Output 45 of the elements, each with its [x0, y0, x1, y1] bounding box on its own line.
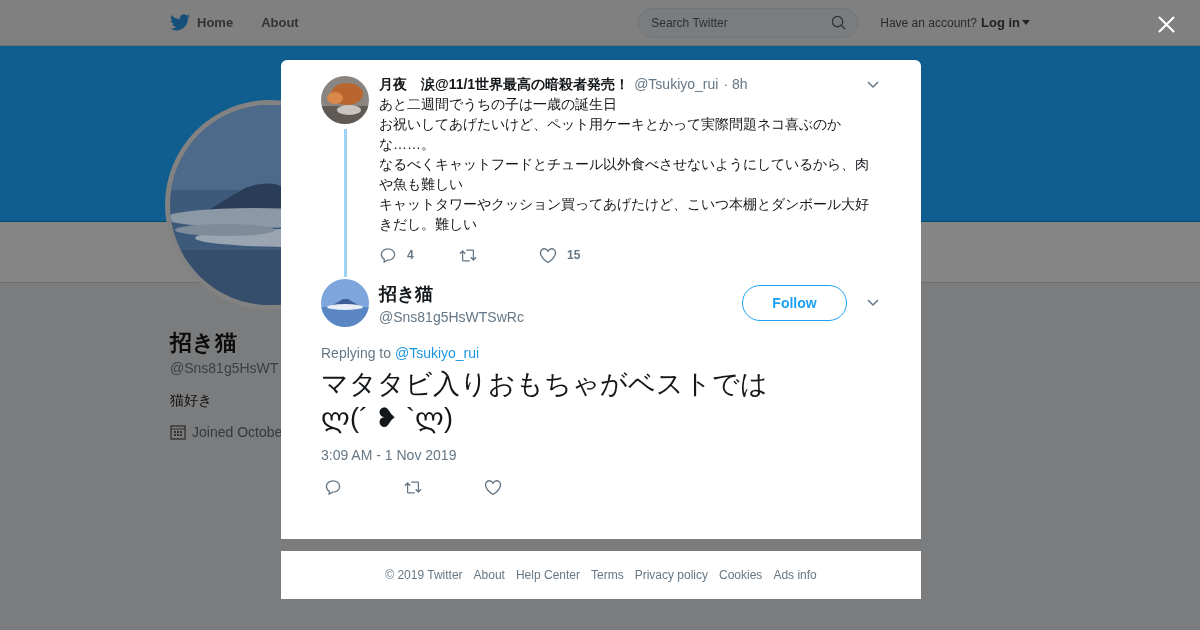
profile-bio: 猫好き	[170, 392, 213, 410]
follow-button[interactable]: Follow	[742, 285, 847, 321]
chevron-icon[interactable]	[867, 299, 879, 307]
replying-label: Replying to	[321, 345, 392, 361]
tweet-text: あと二週間でうちの子は一歳の誕生日	[379, 95, 618, 114]
reply-count: 4	[407, 248, 414, 262]
footer-link[interactable]: Cookies	[719, 568, 763, 582]
profile-name: 招き猫	[170, 329, 238, 357]
retweet-icon[interactable]	[459, 246, 477, 264]
heart-icon[interactable]	[539, 246, 557, 264]
mention-link[interactable]: @Tsukiyo_rui	[394, 345, 480, 361]
calendar-icon	[170, 424, 186, 440]
footer-link[interactable]: Privacy policy	[634, 568, 708, 582]
user-name[interactable]: 招き猫	[379, 281, 742, 306]
footer-link[interactable]: Ads info	[773, 568, 817, 582]
user-handle[interactable]: @Sns81g5HsWTSwRc	[379, 308, 742, 325]
chevron-icon[interactable]	[867, 81, 879, 89]
tweet-text: お祝いしてあげたいけど、ペット用ケーキとかって実際問題ネコ喜ぶのかな……。	[379, 115, 842, 154]
tweet-timestamp: 3:09 AM - 1 Nov 2019	[321, 447, 458, 463]
footer-link[interactable]: Terms	[591, 568, 624, 582]
reply-icon[interactable]	[379, 246, 397, 264]
caret-icon[interactable]	[1022, 20, 1030, 25]
search-icon[interactable]	[831, 14, 847, 30]
login-link[interactable]: Log in	[981, 15, 1020, 30]
tweet-text: マタタビ入りおもちゃがベストでは	[321, 368, 769, 401]
search-field[interactable]: Search Twitter	[638, 7, 859, 38]
reply-icon[interactable]	[324, 479, 342, 496]
tweet-text: なるべくキャットフードとチュール以外食べさせないようにしているから、肉や魚も難しい	[379, 155, 870, 194]
profile-handle: @Sns81g5HsWT	[170, 360, 280, 376]
retweet-icon[interactable]	[404, 479, 422, 496]
tweet-time[interactable]: · 8h	[723, 76, 748, 92]
tweet-text: キャットタワーやクッション買ってあげたけど、こいつ本棚とダンボール大好きだし。難しい	[379, 195, 870, 234]
join-date: Joined Octobe	[192, 424, 283, 440]
close-icon[interactable]	[1158, 16, 1175, 33]
heart-icon[interactable]	[484, 479, 502, 496]
copyright-text: © 2019 Twitter	[385, 568, 463, 582]
tweet-text: ლ(´ ❥ `ლ)	[321, 402, 454, 435]
home-link[interactable]: Home	[197, 15, 234, 30]
footer-link[interactable]: Help Center	[515, 568, 580, 582]
like-count: 15	[567, 248, 581, 262]
account-prompt: Have an account?	[880, 15, 977, 30]
footer-link[interactable]: About	[473, 568, 505, 582]
user-name[interactable]: 月夜 涙@11/1世界最高の暗殺者発売！	[379, 76, 630, 94]
about-link[interactable]: About	[261, 15, 299, 30]
user-handle[interactable]: @Tsukiyo_rui	[634, 76, 719, 92]
